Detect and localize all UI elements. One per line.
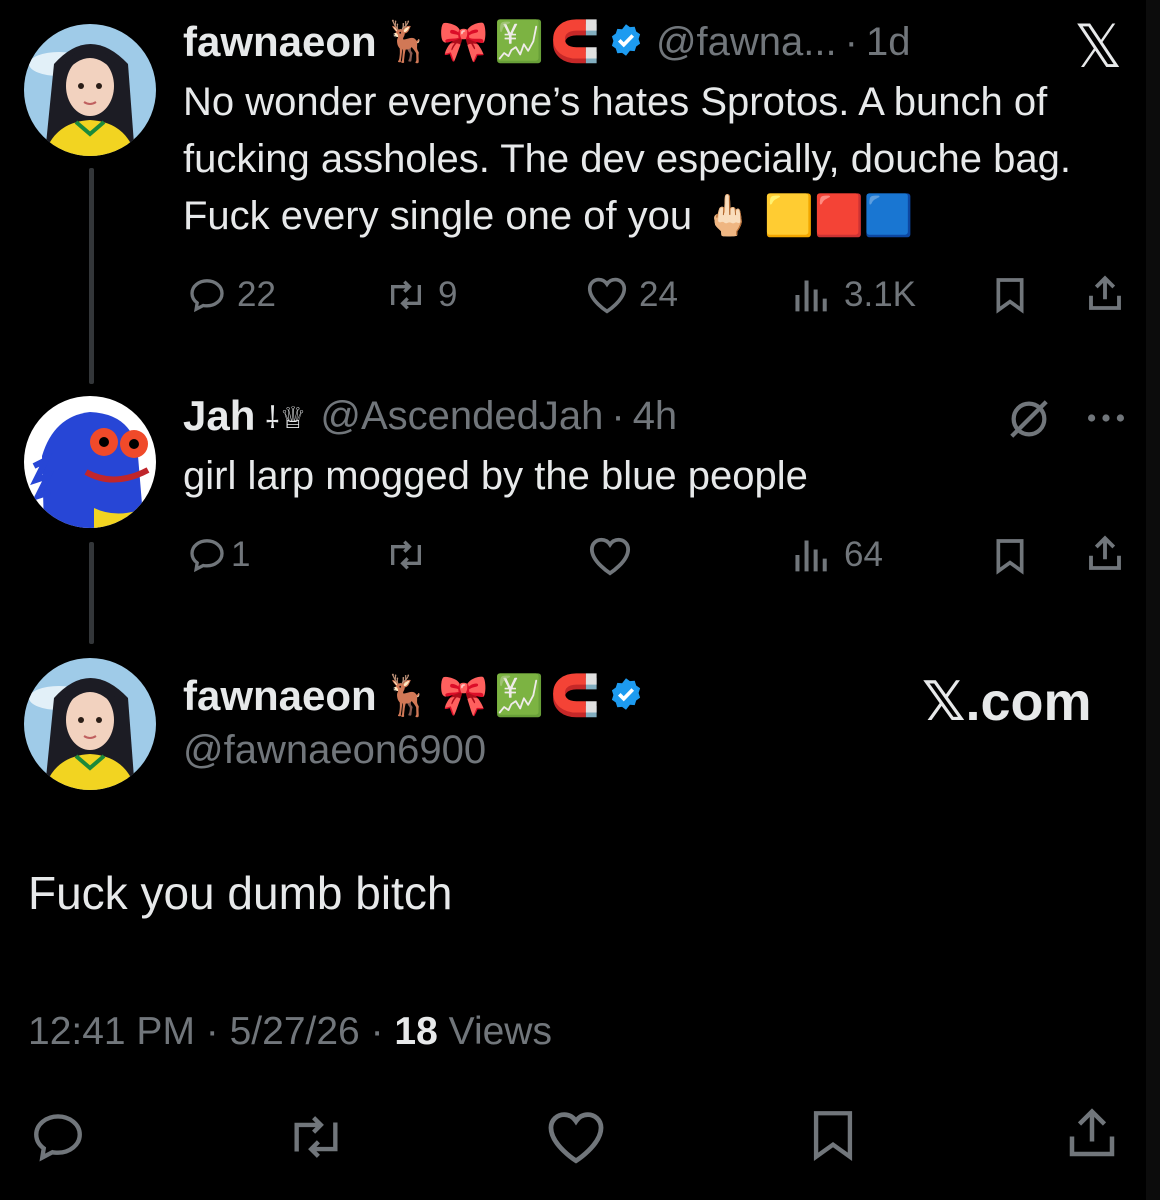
grok-icon[interactable] <box>1006 396 1052 447</box>
reply-count: 1 <box>231 535 251 574</box>
handle[interactable]: @fawnaeon6900 <box>183 728 486 773</box>
separator-dot: · <box>844 19 858 64</box>
middle-finger-emoji: 🖕🏻 <box>703 194 754 238</box>
post-date[interactable]: 5/27/26 <box>230 1010 360 1053</box>
bookmark-icon <box>996 278 1024 314</box>
separator-dot: · <box>611 393 625 438</box>
scrollbar[interactable] <box>1146 0 1160 1200</box>
views-button[interactable]: 64 <box>790 535 883 575</box>
analytics-icon <box>795 280 827 312</box>
magnet-emoji: 🧲 <box>550 674 600 718</box>
reply-button[interactable]: 22 <box>187 275 276 315</box>
x-com-brand: 𝕏.com <box>922 672 1092 732</box>
like-count: 24 <box>639 275 678 314</box>
more-options-icon[interactable] <box>1084 400 1128 441</box>
avatar[interactable] <box>24 658 156 790</box>
bookmark-button[interactable] <box>990 275 1030 315</box>
like-button[interactable] <box>544 1108 608 1166</box>
views-button[interactable]: 3.1K <box>790 275 916 315</box>
reply-button[interactable]: 1 <box>187 535 250 575</box>
magnet-emoji: 🧲 <box>550 20 600 64</box>
separator-dot: · <box>370 1010 395 1053</box>
analytics-icon <box>795 540 827 572</box>
tweet-text: Fuck you dumb bitch <box>28 867 453 919</box>
share-icon <box>1089 535 1121 570</box>
tweet-header: fawnaeon 🦌 🎀 💹 🧲 @fawna... · 1d <box>183 18 910 66</box>
heart-icon <box>589 537 631 576</box>
like-button[interactable]: 24 <box>585 275 678 315</box>
repost-button[interactable]: 9 <box>384 275 457 315</box>
tweet-metadata: 12:41 PM · 5/27/26 · 18 Views <box>28 1010 552 1054</box>
deer-emoji: 🦌 <box>382 674 433 718</box>
share-icon <box>1069 1108 1115 1157</box>
chart-yen-emoji: 💹 <box>494 20 545 64</box>
x-logo-icon: 𝕏 <box>1074 13 1123 80</box>
red-square-emoji: 🟥 <box>814 194 864 238</box>
timestamp[interactable]: 1d <box>866 20 911 65</box>
view-count: 64 <box>844 535 883 574</box>
view-count: 3.1K <box>844 275 916 314</box>
view-count: 18 <box>394 1010 438 1053</box>
separator-dot: · <box>205 1010 230 1053</box>
bookmark-icon <box>996 539 1024 575</box>
tweet-header: Jah ⸸♕ @AscendedJah · 4h <box>183 392 677 440</box>
share-button[interactable] <box>1084 533 1126 575</box>
repost-count: 9 <box>438 275 458 314</box>
repost-icon <box>294 1116 338 1158</box>
reply-icon <box>190 279 224 313</box>
heart-icon <box>587 277 627 314</box>
name-symbols: ⸸♕ <box>265 401 307 435</box>
views-label: Views <box>448 1010 552 1053</box>
avatar[interactable] <box>24 396 156 528</box>
chart-yen-emoji: 💹 <box>494 674 545 718</box>
share-button[interactable] <box>1084 273 1126 315</box>
reply-count: 22 <box>237 275 276 314</box>
heart-icon <box>548 1112 604 1164</box>
repost-button[interactable] <box>284 1108 348 1166</box>
display-name[interactable]: fawnaeon <box>183 18 377 66</box>
display-name[interactable]: fawnaeon <box>183 672 377 720</box>
reply-icon <box>190 539 224 573</box>
bookmark-button[interactable] <box>804 1104 862 1166</box>
verified-badge-icon <box>608 676 644 717</box>
share-icon <box>1089 275 1121 310</box>
tweet-header: fawnaeon 🦌 🎀 💹 🧲 <box>183 672 644 720</box>
bookmark-button[interactable] <box>990 535 1030 577</box>
avatar[interactable] <box>24 24 156 156</box>
repost-button[interactable] <box>384 535 428 575</box>
handle[interactable]: @fawna... <box>656 20 837 65</box>
reply-icon <box>34 1114 82 1162</box>
share-button[interactable] <box>1062 1104 1122 1164</box>
display-name[interactable]: Jah <box>183 392 255 440</box>
like-button[interactable] <box>586 535 634 577</box>
verified-badge-icon <box>608 22 644 63</box>
thread-line <box>89 542 94 644</box>
bookmark-icon <box>813 1111 853 1161</box>
deer-emoji: 🦌 <box>382 20 433 64</box>
thread-line <box>89 168 94 384</box>
post-time[interactable]: 12:41 PM <box>28 1010 195 1053</box>
reply-button[interactable] <box>28 1108 88 1166</box>
repost-icon <box>391 540 421 570</box>
tweet-text: girl larp mogged by the blue people <box>183 454 808 498</box>
yellow-square-emoji: 🟨 <box>764 194 815 238</box>
ribbon-emoji: 🎀 <box>438 20 489 64</box>
blue-square-emoji: 🟦 <box>863 194 914 238</box>
ribbon-emoji: 🎀 <box>438 674 489 718</box>
handle[interactable]: @AscendedJah <box>320 394 603 439</box>
repost-icon <box>391 280 421 310</box>
timestamp[interactable]: 4h <box>633 394 678 439</box>
tweet-text: No wonder everyone’s hates Sprotos. A bu… <box>183 80 1071 238</box>
